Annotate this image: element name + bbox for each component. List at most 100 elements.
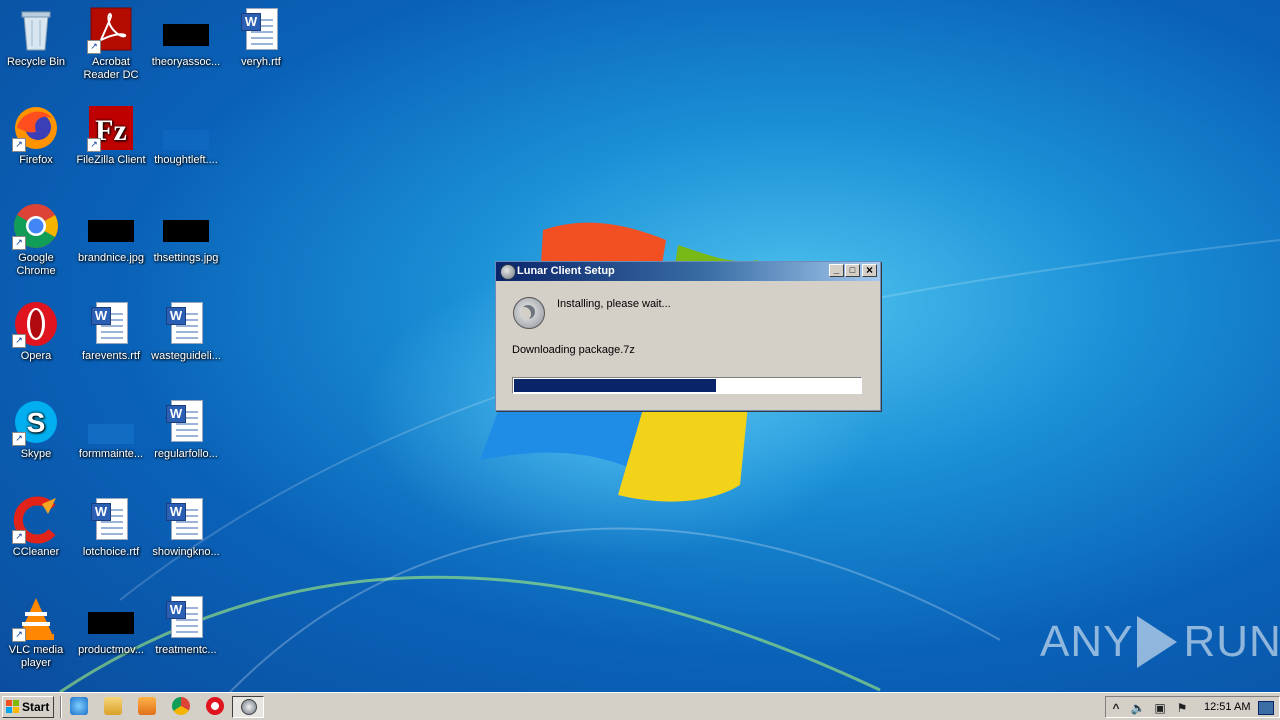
word-document-icon: W bbox=[166, 302, 203, 344]
desktop-icon-wasteguideli[interactable]: W wasteguideli... bbox=[149, 294, 223, 363]
anyrun-watermark: ANY RUN bbox=[1040, 612, 1280, 672]
network-icon[interactable]: ▣ bbox=[1152, 700, 1168, 716]
progress-fill bbox=[514, 379, 716, 392]
word-document-icon: W bbox=[166, 400, 203, 442]
desktop-icon-regularfollo[interactable]: W regularfollo... bbox=[149, 392, 223, 461]
minimize-button[interactable]: _ bbox=[829, 264, 844, 277]
image-file-icon bbox=[163, 220, 209, 242]
desktop-icon-label: Acrobat Reader DC bbox=[83, 56, 139, 81]
play-icon bbox=[1137, 616, 1178, 668]
desktop-icon-farevents[interactable]: W farevents.rtf bbox=[74, 294, 148, 363]
desktop-icon-label: VLC media player bbox=[8, 644, 64, 669]
desktop-icon-formmainte[interactable]: formmainte... bbox=[74, 392, 148, 461]
desktop-icon-ccleaner[interactable]: ↗ CCleaner bbox=[0, 490, 73, 559]
desktop-icon-lotchoice[interactable]: W lotchoice.rtf bbox=[74, 490, 148, 559]
download-detail-text: Downloading package.7z bbox=[512, 344, 635, 356]
watermark-text-right: RUN bbox=[1183, 617, 1280, 666]
media-player-icon[interactable] bbox=[138, 697, 156, 715]
desktop-icon-label: Google Chrome bbox=[16, 252, 56, 277]
word-document-icon: W bbox=[166, 498, 203, 540]
desktop-icon-productmov[interactable]: productmov... bbox=[74, 588, 148, 657]
shortcut-arrow-icon: ↗ bbox=[12, 334, 26, 348]
taskbar-separator bbox=[60, 696, 62, 718]
desktop-icon-thsettings[interactable]: thsettings.jpg bbox=[149, 196, 223, 265]
desktop-icon-label: regularfollo... bbox=[154, 448, 218, 460]
word-document-icon: W bbox=[166, 596, 203, 638]
install-status-text: Installing, please wait... bbox=[557, 298, 671, 310]
desktop-icon-label: brandnice.jpg bbox=[77, 252, 145, 264]
tray-expand-icon[interactable]: ^ bbox=[1108, 700, 1124, 716]
desktop-icon-label: lotchoice.rtf bbox=[82, 546, 140, 558]
desktop-icon-label: Firefox bbox=[19, 154, 53, 166]
desktop-icon-brandnice[interactable]: brandnice.jpg bbox=[74, 196, 148, 265]
start-label: Start bbox=[22, 700, 50, 714]
desktop-icon-treatmentc[interactable]: W treatmentc... bbox=[149, 588, 223, 657]
shortcut-arrow-icon: ↗ bbox=[12, 432, 26, 446]
chrome-taskbar-icon[interactable] bbox=[172, 697, 190, 715]
taskbar-lunar-setup-button[interactable] bbox=[232, 696, 264, 718]
image-file-icon bbox=[163, 24, 209, 46]
volume-icon[interactable]: 🔈 bbox=[1130, 700, 1146, 716]
close-button[interactable]: × bbox=[862, 264, 877, 277]
dialog-titlebar[interactable]: Lunar Client Setup _ □ × bbox=[496, 262, 880, 281]
shortcut-arrow-icon: ↗ bbox=[87, 138, 101, 152]
word-document-icon: W bbox=[91, 302, 128, 344]
setup-moon-icon bbox=[513, 297, 545, 329]
watermark-text-left: ANY bbox=[1040, 617, 1134, 666]
svg-text:S: S bbox=[27, 407, 46, 438]
action-center-flag-icon[interactable]: ⚑ bbox=[1174, 700, 1190, 716]
word-document-icon: W bbox=[241, 8, 278, 50]
opera-taskbar-icon[interactable] bbox=[206, 697, 224, 715]
desktop-icon-firefox[interactable]: ↗ Firefox bbox=[0, 98, 73, 167]
show-desktop-icon[interactable] bbox=[1258, 701, 1274, 715]
system-tray: ^ 🔈 ▣ ⚑ 12:51 AM bbox=[1105, 696, 1280, 718]
file-explorer-icon[interactable] bbox=[104, 697, 122, 715]
desktop-icon-label: wasteguideli... bbox=[151, 350, 221, 362]
shortcut-arrow-icon: ↗ bbox=[87, 40, 101, 54]
desktop-icon-label: CCleaner bbox=[12, 546, 60, 558]
desktop-icon-filezilla[interactable]: Fz ↗ FileZilla Client bbox=[74, 98, 148, 167]
desktop-icon-label: treatmentc... bbox=[155, 644, 217, 656]
desktop-icon-label: showingkno... bbox=[152, 546, 220, 558]
setup-dialog: Lunar Client Setup _ □ × Installing, ple… bbox=[495, 261, 881, 411]
desktop-icon-label: theoryassoc... bbox=[151, 56, 221, 68]
shortcut-arrow-icon: ↗ bbox=[12, 236, 26, 250]
windows-logo-icon bbox=[6, 700, 20, 714]
word-document-icon: W bbox=[91, 498, 128, 540]
image-file-icon bbox=[163, 130, 209, 150]
shortcut-arrow-icon: ↗ bbox=[12, 530, 26, 544]
shortcut-arrow-icon: ↗ bbox=[12, 628, 26, 642]
desktop-icon-skype[interactable]: S ↗ Skype bbox=[0, 392, 73, 461]
start-button[interactable]: Start bbox=[2, 696, 54, 718]
desktop-icon-opera[interactable]: ↗ Opera bbox=[0, 294, 73, 363]
image-file-icon bbox=[88, 220, 134, 242]
desktop-icon-label: Skype bbox=[20, 448, 52, 460]
taskbar: Start ^ 🔈 ▣ ⚑ 12:51 AM bbox=[0, 692, 1280, 720]
desktop-icon-thoughtleft[interactable]: thoughtleft.... bbox=[149, 98, 223, 167]
desktop-icon-showingkno[interactable]: W showingkno... bbox=[149, 490, 223, 559]
desktop-icon-label: formmainte... bbox=[78, 448, 144, 460]
internet-explorer-icon[interactable] bbox=[70, 697, 88, 715]
maximize-button[interactable]: □ bbox=[845, 264, 860, 277]
desktop-icon-google-chrome[interactable]: ↗ Google Chrome bbox=[0, 196, 73, 278]
desktop-icon-label: Opera bbox=[20, 350, 52, 362]
taskbar-clock[interactable]: 12:51 AM bbox=[1204, 697, 1250, 717]
desktop-icon-label: FileZilla Client bbox=[76, 154, 146, 166]
shortcut-arrow-icon: ↗ bbox=[12, 138, 26, 152]
desktop-icon-veryh[interactable]: W veryh.rtf bbox=[224, 0, 298, 69]
desktop-icon-label: veryh.rtf bbox=[241, 56, 281, 68]
dialog-title: Lunar Client Setup bbox=[517, 265, 615, 277]
desktop-icon-recycle-bin[interactable]: Recycle Bin bbox=[0, 0, 73, 69]
desktop: Recycle Bin ↗ Firefox ↗ Google Chrome ↗ … bbox=[0, 0, 1280, 692]
desktop-icon-label: Recycle Bin bbox=[6, 56, 66, 68]
desktop-icon-label: thsettings.jpg bbox=[153, 252, 219, 264]
image-file-icon bbox=[88, 424, 134, 444]
desktop-icon-label: thoughtleft.... bbox=[154, 154, 218, 166]
desktop-icon-theoryassoc[interactable]: theoryassoc... bbox=[149, 0, 223, 69]
desktop-icon-vlc-media-player[interactable]: ↗ VLC media player bbox=[0, 588, 73, 670]
desktop-icon-acrobat-reader[interactable]: ↗ Acrobat Reader DC bbox=[74, 0, 148, 82]
lunar-client-icon bbox=[500, 264, 516, 280]
recycle-bin-icon bbox=[21, 11, 51, 51]
desktop-icon-label: farevents.rtf bbox=[81, 350, 141, 362]
install-progress-bar bbox=[512, 377, 862, 394]
